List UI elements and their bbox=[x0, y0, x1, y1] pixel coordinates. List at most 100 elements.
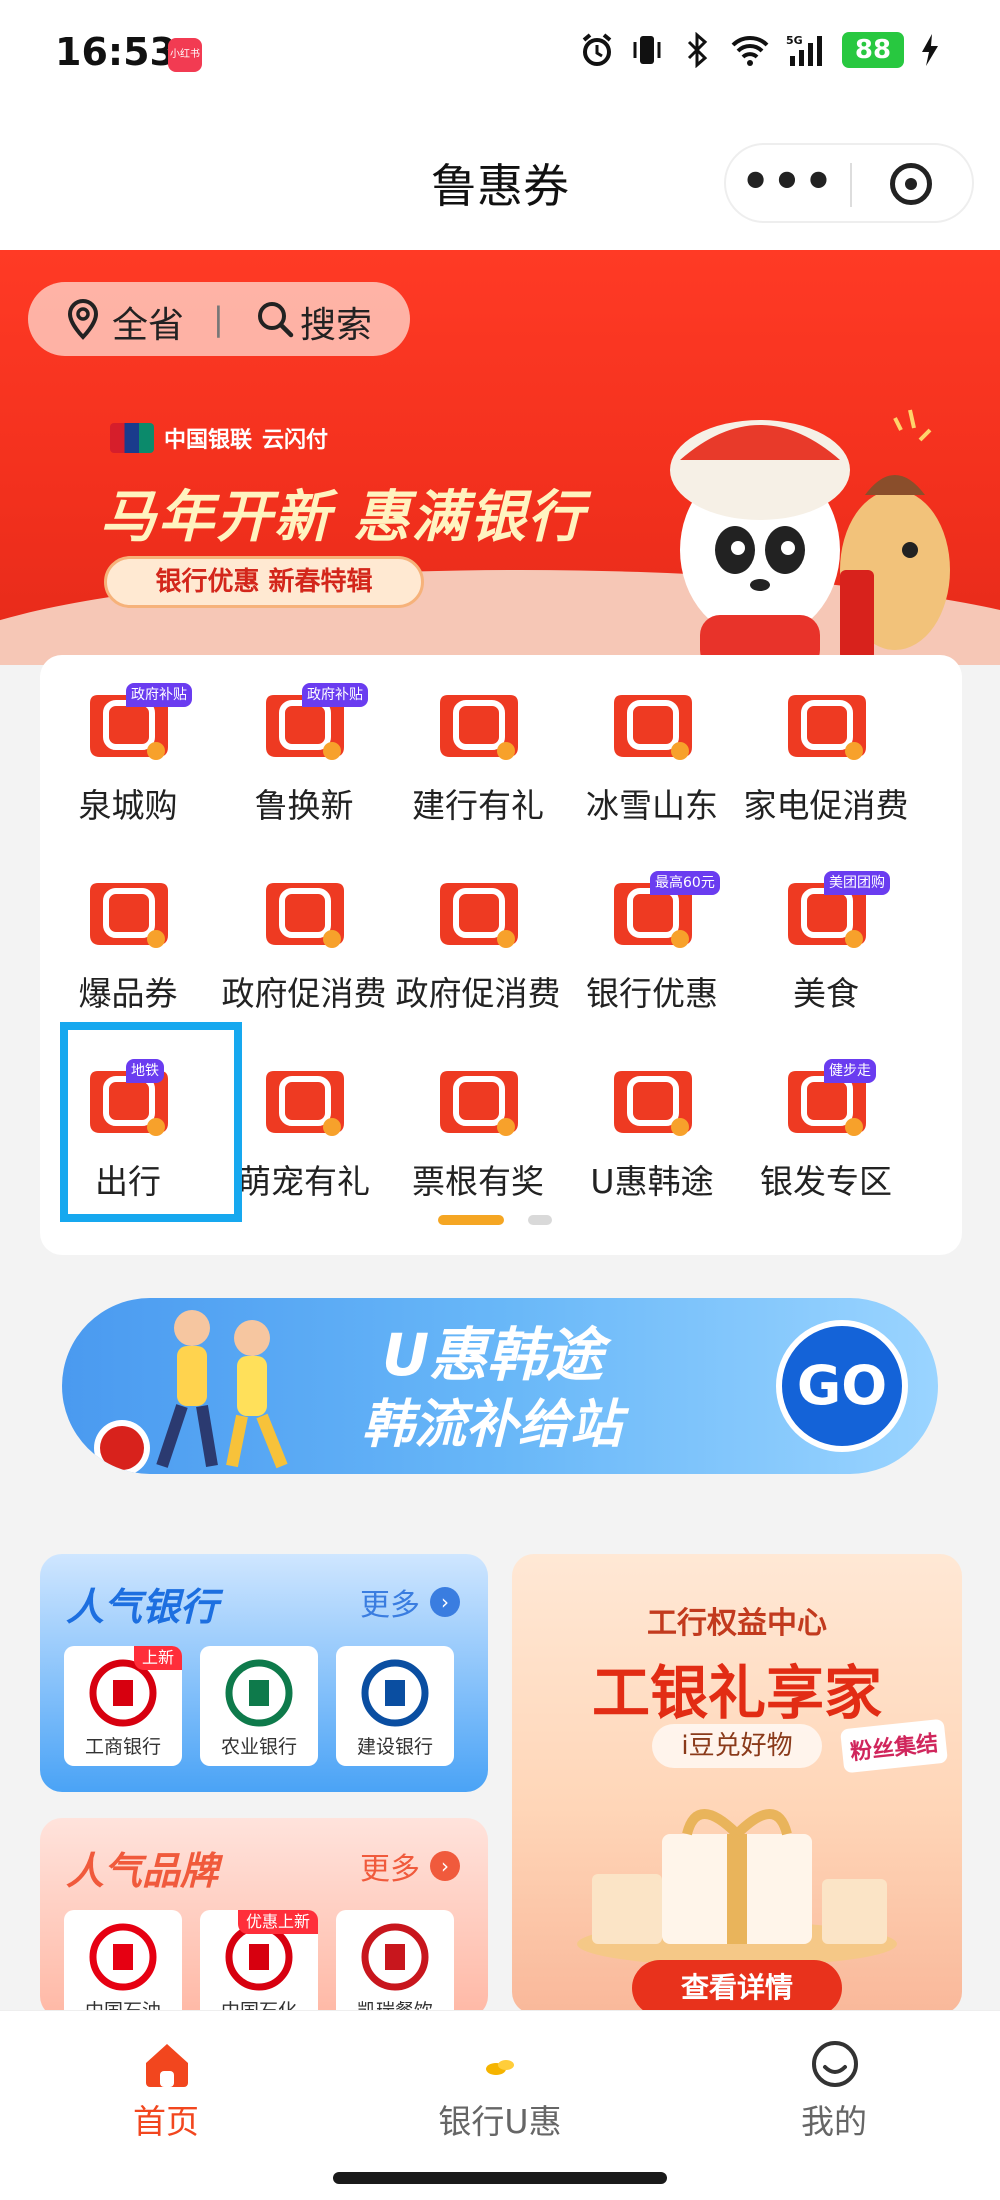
nav-tab-bank-offers[interactable]: 银行U惠 bbox=[380, 2031, 620, 2151]
pagination-dot-active[interactable] bbox=[438, 1215, 504, 1225]
grid-item-badge: 健步走 bbox=[824, 1059, 876, 1083]
unionpay-text: 中国银联 bbox=[164, 428, 253, 453]
popular-banks-card: 人气银行 更多 › 上新 工商银行 农业银行建设银行 bbox=[40, 1554, 488, 1792]
fans-badge: 粉丝集结 bbox=[839, 1718, 949, 1774]
grid-item[interactable]: 政府补贴 鲁换新 bbox=[216, 661, 392, 837]
pill-divider: | bbox=[213, 300, 224, 338]
wifi-icon bbox=[731, 35, 769, 66]
logo-tile[interactable]: 凯瑞餐饮 bbox=[336, 1910, 454, 2018]
brand-logo-icon bbox=[88, 1922, 158, 1992]
promo-title: U惠韩途 bbox=[382, 1321, 604, 1389]
icbc-card-eyebrow: 工行权益中心 bbox=[647, 1606, 827, 1641]
cellular-signal-icon: 5G bbox=[786, 34, 822, 66]
dancers-illustration bbox=[94, 1310, 288, 1474]
bluetooth-icon bbox=[687, 32, 708, 68]
icbc-card-title: 工银礼享家 bbox=[591, 1659, 882, 1727]
hero-banner[interactable]: 全省 | 搜索 中国银联 云闪付 马年开新 惠满银行 银行优惠 新春特辑 bbox=[0, 250, 1000, 665]
grid-item[interactable]: 政府补贴 泉城购 bbox=[40, 661, 216, 837]
nav-tab-home[interactable]: 首页 bbox=[46, 2031, 286, 2151]
battery-icon: 88 bbox=[842, 32, 904, 68]
smiley-profile-icon bbox=[812, 2041, 858, 2087]
logo-tile[interactable]: 上新 工商银行 bbox=[64, 1646, 182, 1766]
cloudpay-text: 云闪付 bbox=[262, 428, 329, 453]
coins-icon bbox=[486, 2060, 514, 2075]
grid-item[interactable]: 家电促消费 bbox=[738, 661, 914, 837]
banner-subtitle: 银行优惠 新春特辑 bbox=[104, 556, 424, 608]
nav-label-profile: 我的 bbox=[801, 2102, 867, 2141]
popular-brands-title: 人气品牌 bbox=[66, 1849, 219, 1893]
coupon-icon bbox=[88, 869, 170, 951]
nav-tab-profile[interactable]: 我的 bbox=[714, 2031, 954, 2151]
ccb-icon bbox=[438, 681, 520, 763]
chevron-right-icon: › bbox=[430, 1587, 460, 1617]
grid-item[interactable]: 健步走 银发专区 bbox=[738, 1037, 914, 1213]
more-options-button[interactable]: ••• bbox=[726, 145, 850, 225]
status-time: 16:53 bbox=[55, 30, 176, 74]
nav-label-bank-offers: 银行U惠 bbox=[438, 2102, 562, 2141]
location-pin-icon[interactable] bbox=[66, 298, 100, 340]
close-miniprogram-button[interactable] bbox=[890, 163, 932, 205]
svg-text:5G: 5G bbox=[786, 34, 803, 47]
charging-icon bbox=[922, 34, 938, 66]
brand-logo-icon bbox=[224, 1658, 294, 1728]
more-label: 更多 bbox=[360, 1852, 420, 1887]
korea-travel-promo-banner[interactable]: U惠韩途 韩流补给站 GO bbox=[62, 1298, 938, 1474]
title-bar: 鲁惠券 ••• bbox=[0, 108, 1000, 250]
logo-tile[interactable]: 农业银行 bbox=[200, 1646, 318, 1766]
capsule-divider bbox=[850, 163, 852, 207]
brand-logo-icon bbox=[360, 1922, 430, 1992]
grid-item[interactable]: 政府促消费 bbox=[216, 849, 392, 1025]
grid-item[interactable]: 美团团购美食 bbox=[738, 849, 914, 1025]
home-indicator[interactable] bbox=[333, 2172, 667, 2184]
home-icon bbox=[146, 2044, 188, 2087]
grid-item-badge: 地铁 bbox=[126, 1059, 164, 1083]
panda-horse-mascot-illustration bbox=[670, 409, 950, 665]
grid-item[interactable]: 建行有礼 bbox=[390, 661, 566, 837]
go-button[interactable]: GO bbox=[776, 1320, 908, 1452]
chevron-right-icon: › bbox=[430, 1851, 460, 1881]
grid-item[interactable]: 政府促消费 bbox=[390, 849, 566, 1025]
grid-item[interactable]: 地铁 出行 bbox=[40, 1037, 216, 1213]
search-button[interactable]: 搜索 bbox=[300, 296, 372, 348]
brand-logo-icon bbox=[360, 1658, 430, 1728]
pagination-dot[interactable] bbox=[528, 1215, 552, 1225]
icbc-card-subtitle: i豆兑好物 bbox=[652, 1724, 822, 1768]
logo-tile[interactable]: 建设银行 bbox=[336, 1646, 454, 1766]
logo-tile[interactable]: 优惠上新 中国石化 bbox=[200, 1910, 318, 2018]
grid-item-badge: 政府补贴 bbox=[302, 683, 368, 707]
location-selector[interactable]: 全省 bbox=[112, 296, 184, 348]
popular-banks-more-link[interactable]: 更多 › bbox=[360, 1580, 460, 1624]
grid-item[interactable]: 爆品券 bbox=[40, 849, 216, 1025]
logo-tile[interactable]: 中国石油 bbox=[64, 1910, 182, 2018]
government-icon bbox=[438, 869, 520, 951]
ticket-icon bbox=[438, 1057, 520, 1139]
grid-item-label: 美食 bbox=[793, 974, 859, 1013]
service-grid: 政府补贴 泉城购 政府补贴 鲁换新 建行有礼 冰雪山东 家电促消费爆品券 政府促消费 政府促消费… bbox=[40, 655, 962, 1255]
tile-badge: 优惠上新 bbox=[237, 1910, 318, 1934]
unionpay-logo bbox=[110, 423, 154, 453]
tile-label: 建设银行 bbox=[356, 1736, 433, 1758]
popular-brands-card: 人气品牌 更多 › 中国石油 优惠上新 中国石化 凯瑞餐饮 bbox=[40, 1818, 488, 2018]
gift-box-illustration bbox=[577, 1809, 897, 1964]
grid-item[interactable]: 最高60元 银行优惠 bbox=[564, 849, 740, 1025]
status-bar: 16:53 小红书 5G 88 bbox=[0, 0, 1000, 108]
korea-tag-icon bbox=[612, 1057, 694, 1139]
grid-item-label: 家电促消费 bbox=[743, 786, 909, 825]
popular-banks-title: 人气银行 bbox=[66, 1585, 219, 1629]
grid-item[interactable]: 票根有奖 bbox=[390, 1037, 566, 1213]
app-notification-icon: 小红书 bbox=[168, 38, 202, 72]
view-details-button[interactable]: 查看详情 bbox=[632, 1960, 842, 2014]
grid-item[interactable]: 冰雪山东 bbox=[564, 661, 740, 837]
grid-pagination bbox=[438, 1215, 552, 1225]
unionpay-logos: 中国银联 云闪付 bbox=[110, 422, 328, 454]
banner-headline: 马年开新 惠满银行 bbox=[100, 485, 586, 550]
grid-item[interactable]: U惠韩途 bbox=[564, 1037, 740, 1213]
government-icon bbox=[264, 869, 346, 951]
search-icon[interactable] bbox=[256, 300, 294, 338]
popular-brands-more-link[interactable]: 更多 › bbox=[360, 1844, 460, 1888]
nav-label-home: 首页 bbox=[133, 2102, 199, 2141]
pet-icon bbox=[264, 1057, 346, 1139]
grid-item[interactable]: 萌宠有礼 bbox=[216, 1037, 392, 1213]
grid-item-badge: 美团团购 bbox=[824, 871, 890, 895]
icbc-rewards-card[interactable]: 工行权益中心 工银礼享家 i豆兑好物 粉丝集结 查看详情 bbox=[512, 1554, 962, 2014]
